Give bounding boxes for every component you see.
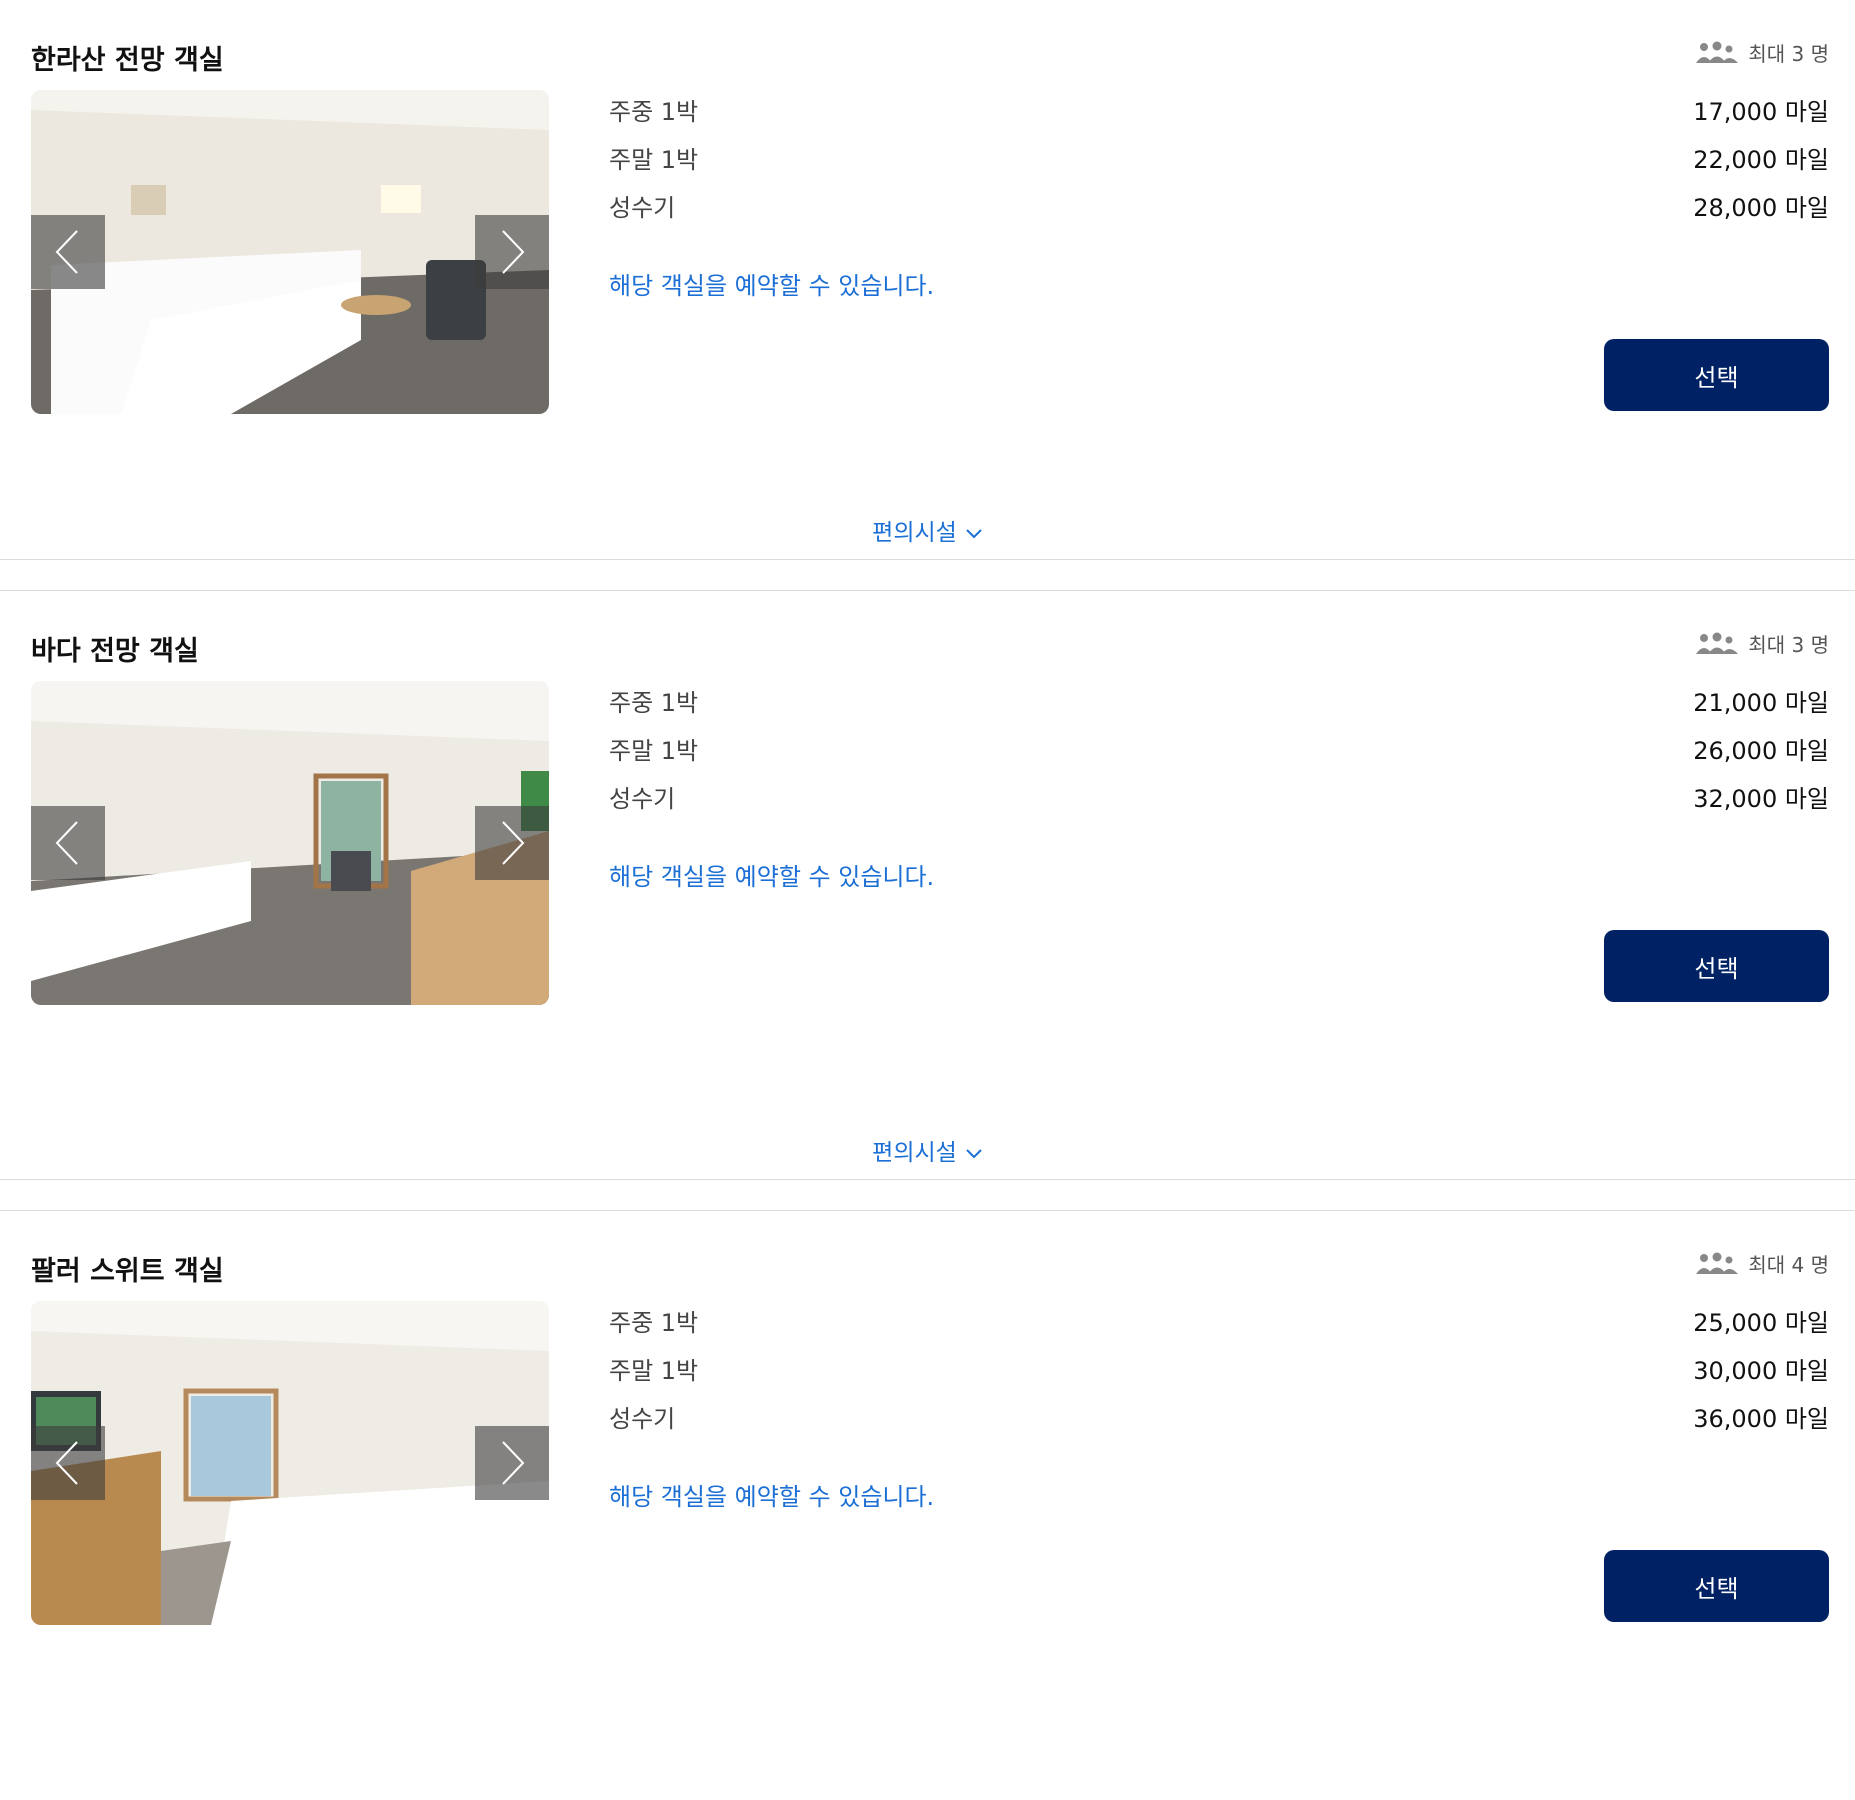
availability-text: 해당 객실을 예약할 수 있습니다.: [609, 863, 935, 891]
rate-row: 주중 1박 21,000 마일: [609, 683, 1829, 731]
amenities-label: 편의시설: [872, 520, 957, 546]
rate-price: 21,000 마일: [1693, 689, 1829, 717]
room-photo: [31, 90, 549, 414]
carousel-prev-button[interactable]: [31, 1426, 105, 1500]
room-photo: [31, 681, 549, 1005]
room-photo-carousel: [31, 681, 549, 1005]
rate-label: 성수기: [609, 194, 676, 222]
room-title: 팔러 스위트 객실: [31, 1256, 224, 1287]
amenities-label: 편의시설: [872, 1140, 957, 1166]
rate-row: 성수기 36,000 마일: [609, 1399, 1829, 1447]
rate-row: 주중 1박 17,000 마일: [609, 92, 1829, 140]
rate-row: 주말 1박 30,000 마일: [609, 1351, 1829, 1399]
rate-price: 17,000 마일: [1693, 98, 1829, 126]
carousel-next-button[interactable]: [475, 806, 549, 880]
rate-row: 성수기 28,000 마일: [609, 188, 1829, 236]
room-card: 한라산 전망 객실 최대 3 명 주중 1박 17,000 마일 주말 1박 22,…: [0, 0, 1855, 560]
rate-label: 주말 1박: [609, 146, 699, 174]
rate-label: 주말 1박: [609, 1357, 699, 1385]
select-button[interactable]: 선택: [1604, 1550, 1829, 1622]
room-title: 한라산 전망 객실: [31, 45, 224, 76]
select-button[interactable]: 선택: [1604, 930, 1829, 1002]
people-group-icon: [1696, 632, 1739, 654]
rate-row: 주말 1박 22,000 마일: [609, 140, 1829, 188]
rate-label: 주중 1박: [609, 1309, 699, 1337]
chevron-down-icon: [966, 1148, 982, 1158]
availability-text: 해당 객실을 예약할 수 있습니다.: [609, 272, 935, 300]
capacity-info: 최대 4 명: [1696, 1249, 1829, 1278]
rate-price: 32,000 마일: [1693, 785, 1829, 813]
chevron-left-icon: [55, 1441, 78, 1485]
room-photo-carousel: [31, 1301, 549, 1625]
carousel-next-button[interactable]: [475, 215, 549, 289]
people-group-icon: [1696, 41, 1739, 63]
rate-row: 주중 1박 25,000 마일: [609, 1303, 1829, 1351]
amenities-toggle[interactable]: 편의시설: [0, 513, 1855, 547]
rate-price: 36,000 마일: [1693, 1405, 1829, 1433]
chevron-right-icon: [502, 1441, 525, 1485]
chevron-down-icon: [966, 528, 982, 538]
rate-label: 주중 1박: [609, 689, 699, 717]
room-card: 팔러 스위트 객실 최대 4 명 주중 1박 25,000 마일 주말 1박 30,…: [0, 1210, 1855, 1800]
people-group-icon: [1696, 1252, 1739, 1274]
room-title: 바다 전망 객실: [31, 636, 199, 667]
chevron-left-icon: [55, 821, 78, 865]
select-button[interactable]: 선택: [1604, 339, 1829, 411]
carousel-prev-button[interactable]: [31, 215, 105, 289]
rate-label: 주중 1박: [609, 98, 699, 126]
room-photo-carousel: [31, 90, 549, 414]
room-card: 바다 전망 객실 최대 3 명 주중 1박 21,000 마일 주말 1박 26,0…: [0, 590, 1855, 1180]
rate-price: 25,000 마일: [1693, 1309, 1829, 1337]
rate-price: 26,000 마일: [1693, 737, 1829, 765]
rate-price: 22,000 마일: [1693, 146, 1829, 174]
rate-list: 주중 1박 17,000 마일 주말 1박 22,000 마일 성수기 28,000 …: [609, 92, 1829, 236]
rate-label: 주말 1박: [609, 737, 699, 765]
capacity-info: 최대 3 명: [1696, 629, 1829, 658]
chevron-right-icon: [502, 230, 525, 274]
room-photo: [31, 1301, 549, 1625]
rate-label: 성수기: [609, 1405, 676, 1433]
rate-price: 28,000 마일: [1693, 194, 1829, 222]
rate-row: 주말 1박 26,000 마일: [609, 731, 1829, 779]
chevron-right-icon: [502, 821, 525, 865]
capacity-info: 최대 3 명: [1696, 38, 1829, 67]
rate-price: 30,000 마일: [1693, 1357, 1829, 1385]
availability-text: 해당 객실을 예약할 수 있습니다.: [609, 1483, 935, 1511]
rate-row: 성수기 32,000 마일: [609, 779, 1829, 827]
rate-list: 주중 1박 25,000 마일 주말 1박 30,000 마일 성수기 36,000 …: [609, 1303, 1829, 1447]
carousel-prev-button[interactable]: [31, 806, 105, 880]
rate-list: 주중 1박 21,000 마일 주말 1박 26,000 마일 성수기 32,000 …: [609, 683, 1829, 827]
capacity-text: 최대 3 명: [1748, 42, 1829, 66]
capacity-text: 최대 3 명: [1748, 633, 1829, 657]
capacity-text: 최대 4 명: [1748, 1253, 1829, 1277]
amenities-toggle[interactable]: 편의시설: [0, 1133, 1855, 1167]
rate-label: 성수기: [609, 785, 676, 813]
carousel-next-button[interactable]: [475, 1426, 549, 1500]
chevron-left-icon: [55, 230, 78, 274]
